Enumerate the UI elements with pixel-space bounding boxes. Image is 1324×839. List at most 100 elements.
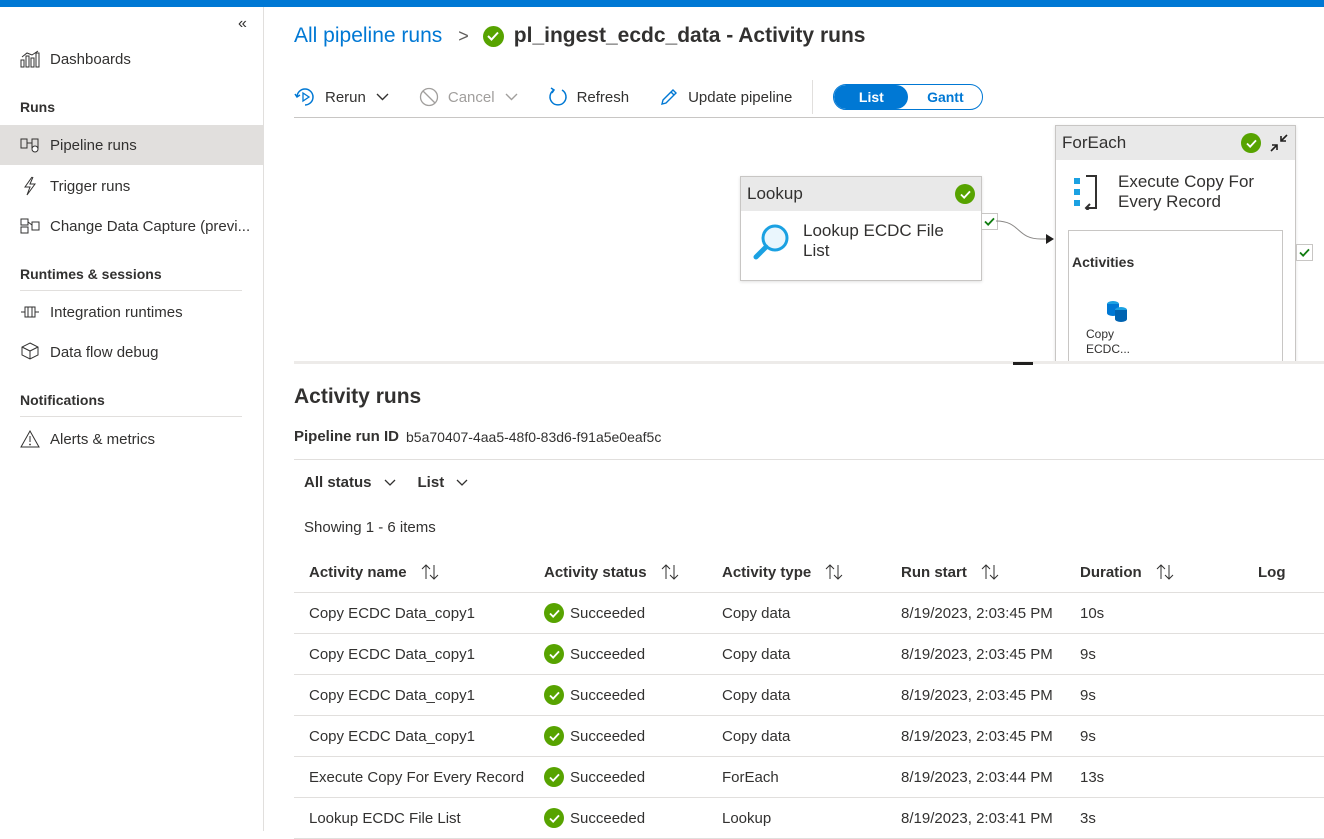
- success-check-icon: [544, 726, 564, 746]
- foreach-activity-node[interactable]: ForEach Execute Copy For Every Record Ac…: [1055, 125, 1296, 362]
- duration-cell: 13s: [1080, 768, 1105, 786]
- view-filter-dropdown[interactable]: List: [418, 474, 469, 491]
- filter-bar: All status List: [304, 474, 490, 491]
- sidebar-item-change-data-capture[interactable]: Change Data Capture (previ...: [0, 206, 263, 246]
- refresh-button[interactable]: Refresh: [548, 87, 629, 107]
- table-row[interactable]: Execute Copy For Every Record Succeeded …: [294, 757, 1324, 798]
- sidebar-item-integration-runtimes[interactable]: Integration runtimes: [0, 292, 263, 332]
- duration-cell: 9s: [1080, 645, 1096, 663]
- table-row[interactable]: Copy ECDC Data_copy1 Succeeded Copy data…: [294, 593, 1324, 634]
- view-gantt-toggle[interactable]: Gantt: [908, 85, 982, 109]
- sort-icon[interactable]: [981, 564, 999, 580]
- rerun-label: Rerun: [325, 88, 366, 106]
- table-header-row: Activity name Activity status Activity t…: [294, 552, 1324, 593]
- filter-divider: [294, 459, 1324, 460]
- node-body: Execute Copy For Every Record: [1056, 160, 1295, 222]
- table-row[interactable]: Copy ECDC Data_copy1 Succeeded Copy data…: [294, 716, 1324, 757]
- node-header: Lookup: [741, 177, 981, 211]
- status-filter-dropdown[interactable]: All status: [304, 474, 396, 491]
- status-text: Succeeded: [570, 604, 646, 622]
- node-type-label: ForEach: [1062, 133, 1127, 152]
- status-text: Succeeded: [570, 809, 646, 827]
- status-text: Succeeded: [570, 645, 646, 663]
- column-header-label: Activity type: [722, 563, 812, 581]
- activity-name-cell: Copy ECDC Data_copy1: [309, 645, 475, 663]
- activity-status-cell: Succeeded: [544, 603, 722, 623]
- nav-divider: [20, 416, 242, 417]
- column-header-activity-name[interactable]: Activity name: [294, 564, 544, 581]
- sort-icon[interactable]: [825, 564, 843, 580]
- rerun-button[interactable]: Rerun: [294, 87, 389, 107]
- foreach-activities-container[interactable]: Activities Copy ECDC...: [1068, 230, 1283, 362]
- activity-name-cell: Copy ECDC Data_copy1: [309, 686, 475, 704]
- node-body: Lookup ECDC File List: [741, 211, 981, 271]
- activity-runs-title: Activity runs: [294, 385, 422, 408]
- node-name: Lookup ECDC File List: [803, 221, 944, 260]
- view-toggle: List Gantt: [833, 84, 984, 110]
- activity-type-cell: Lookup: [722, 809, 772, 827]
- sidebar-item-pipeline-runs[interactable]: Pipeline runs: [0, 125, 263, 165]
- sidebar-item-data-flow-debug[interactable]: Data flow debug: [0, 332, 263, 372]
- sidebar-item-label: Dashboards: [50, 50, 131, 68]
- breadcrumb-all-pipeline-runs[interactable]: All pipeline runs: [294, 24, 442, 48]
- collapse-node-icon[interactable]: [1269, 133, 1289, 153]
- chevron-down-icon: [505, 93, 518, 101]
- success-output-port[interactable]: [1296, 244, 1313, 261]
- main-content: All pipeline runs > pl_ingest_ecdc_data …: [264, 7, 1324, 839]
- sidebar-item-label: Integration runtimes: [50, 303, 183, 321]
- sidebar-item-label: Pipeline runs: [50, 136, 137, 154]
- chevron-down-icon: [376, 93, 389, 101]
- table-row[interactable]: Copy ECDC Data_copy1 Succeeded Copy data…: [294, 634, 1324, 675]
- run-start-cell: 8/19/2023, 2:03:45 PM: [901, 645, 1053, 663]
- collapse-sidebar-icon[interactable]: «: [238, 15, 247, 33]
- run-id-value: b5a70407-4aa5-48f0-83d6-f91a5e0eaf5c: [406, 428, 662, 445]
- activity-type-cell: Copy data: [722, 686, 791, 704]
- toolbar-divider: [812, 80, 814, 114]
- activity-name-cell: Lookup ECDC File List: [309, 809, 461, 827]
- activity-status-cell: Succeeded: [544, 726, 722, 746]
- nav-section-runtimes: Runtimes & sessions: [20, 266, 162, 282]
- view-list-toggle[interactable]: List: [834, 85, 909, 109]
- item-count: Showing 1 - 6 items: [304, 519, 436, 536]
- sidebar-item-label: Alerts & metrics: [50, 430, 156, 448]
- table-row[interactable]: Lookup ECDC File List Succeeded Lookup 8…: [294, 798, 1324, 839]
- activity-name-cell: Execute Copy For Every Record: [309, 768, 525, 786]
- splitter-handle[interactable]: [1013, 362, 1033, 365]
- cancel-button[interactable]: Cancel: [419, 87, 518, 107]
- sort-icon[interactable]: [421, 564, 439, 580]
- activities-label: Activities: [1072, 254, 1135, 270]
- activity-status-cell: Succeeded: [544, 685, 722, 705]
- column-header-run-start[interactable]: Run start: [901, 564, 1080, 581]
- nav-divider: [20, 290, 242, 291]
- lookup-activity-node[interactable]: Lookup Lookup ECDC File List: [740, 176, 982, 281]
- pipeline-canvas[interactable]: Lookup Lookup ECDC File List ForEach Exe…: [294, 117, 1324, 362]
- pipeline-runs-icon: [19, 137, 41, 153]
- column-header-activity-status[interactable]: Activity status: [544, 564, 722, 581]
- cancel-icon: [419, 87, 439, 107]
- column-header-log: Log: [1258, 564, 1324, 581]
- column-header-activity-type[interactable]: Activity type: [722, 564, 901, 581]
- child-activity-name[interactable]: Copy ECDC...: [1086, 327, 1146, 357]
- update-pipeline-label: Update pipeline: [688, 88, 793, 106]
- sidebar-item-dashboards[interactable]: Dashboards: [0, 39, 263, 79]
- pane-splitter[interactable]: [294, 361, 1324, 364]
- change-data-capture-icon: [19, 217, 41, 235]
- connector-arrow: [996, 220, 1054, 244]
- success-check-icon: [482, 25, 504, 47]
- success-check-icon: [544, 644, 564, 664]
- column-header-label: Duration: [1080, 563, 1142, 581]
- column-header-duration[interactable]: Duration: [1080, 564, 1258, 581]
- sidebar-item-trigger-runs[interactable]: Trigger runs: [0, 166, 263, 206]
- toolbar: Rerun Cancel Refresh Update pipeline Lis…: [294, 77, 1324, 117]
- pipeline-run-id: Pipeline run ID b5a70407-4aa5-48f0-83d6-…: [294, 428, 661, 445]
- activity-name-cell: Copy ECDC Data_copy1: [309, 604, 475, 622]
- sidebar-item-alerts-metrics[interactable]: Alerts & metrics: [0, 419, 263, 459]
- sort-icon[interactable]: [661, 564, 679, 580]
- success-check-icon: [544, 808, 564, 828]
- sort-icon[interactable]: [1156, 564, 1174, 580]
- foreach-icon: [1072, 174, 1102, 210]
- run-start-cell: 8/19/2023, 2:03:45 PM: [901, 727, 1053, 745]
- table-row[interactable]: Copy ECDC Data_copy1 Succeeded Copy data…: [294, 675, 1324, 716]
- column-header-label: Activity status: [544, 563, 647, 581]
- update-pipeline-button[interactable]: Update pipeline: [659, 87, 792, 107]
